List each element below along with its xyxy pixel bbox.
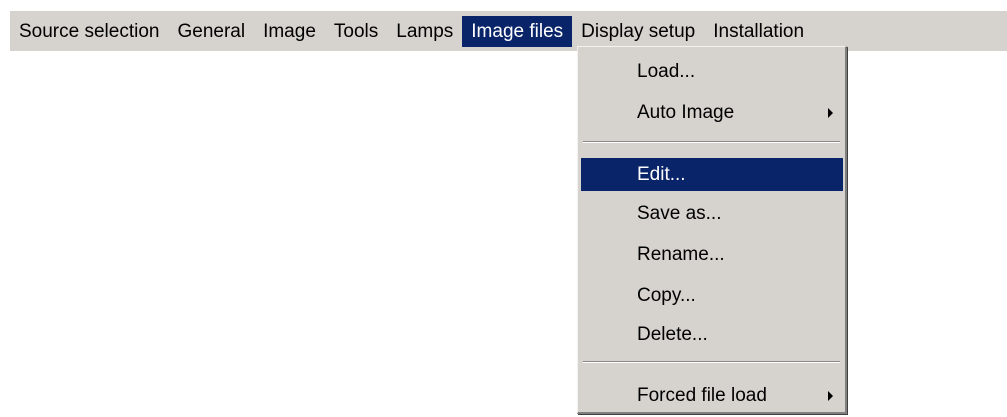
menu-separator	[583, 361, 840, 363]
menu-item-edit[interactable]: Edit...	[581, 158, 843, 191]
menu-item-label: Save as...	[637, 202, 722, 224]
menu-image[interactable]: Image	[254, 16, 325, 47]
menu-separator	[583, 141, 840, 143]
menu-item-forced-file-load[interactable]: Forced file load	[581, 379, 843, 412]
menu-item-label: Delete...	[637, 323, 708, 345]
menu-item-label: Load...	[637, 60, 696, 82]
menu-item-label: Forced file load	[637, 384, 767, 406]
menu-tools[interactable]: Tools	[325, 16, 387, 47]
menu-item-auto-image[interactable]: Auto Image	[581, 96, 843, 129]
menu-installation[interactable]: Installation	[704, 16, 813, 47]
menu-item-rename[interactable]: Rename...	[581, 238, 843, 271]
menu-bar: Source selection General Image Tools Lam…	[10, 11, 1007, 51]
menu-display-setup[interactable]: Display setup	[572, 16, 704, 47]
menu-lamps[interactable]: Lamps	[387, 16, 462, 47]
menu-item-delete[interactable]: Delete...	[581, 318, 843, 351]
menu-image-files[interactable]: Image files	[462, 15, 573, 47]
menu-source-selection[interactable]: Source selection	[10, 16, 168, 47]
submenu-arrow-icon	[828, 107, 833, 118]
menu-item-label: Rename...	[637, 243, 725, 265]
menu-item-copy[interactable]: Copy...	[581, 279, 843, 312]
submenu-arrow-icon	[828, 390, 833, 401]
image-files-dropdown-menu: Load... Auto Image Edit... Save as... Re…	[577, 46, 847, 414]
menu-item-label: Copy...	[637, 284, 696, 306]
menu-item-label: Auto Image	[637, 101, 735, 123]
menu-general[interactable]: General	[168, 16, 254, 47]
menu-item-label: Edit...	[637, 163, 686, 185]
menu-item-save-as[interactable]: Save as...	[581, 197, 843, 230]
menu-item-load[interactable]: Load...	[581, 55, 843, 88]
